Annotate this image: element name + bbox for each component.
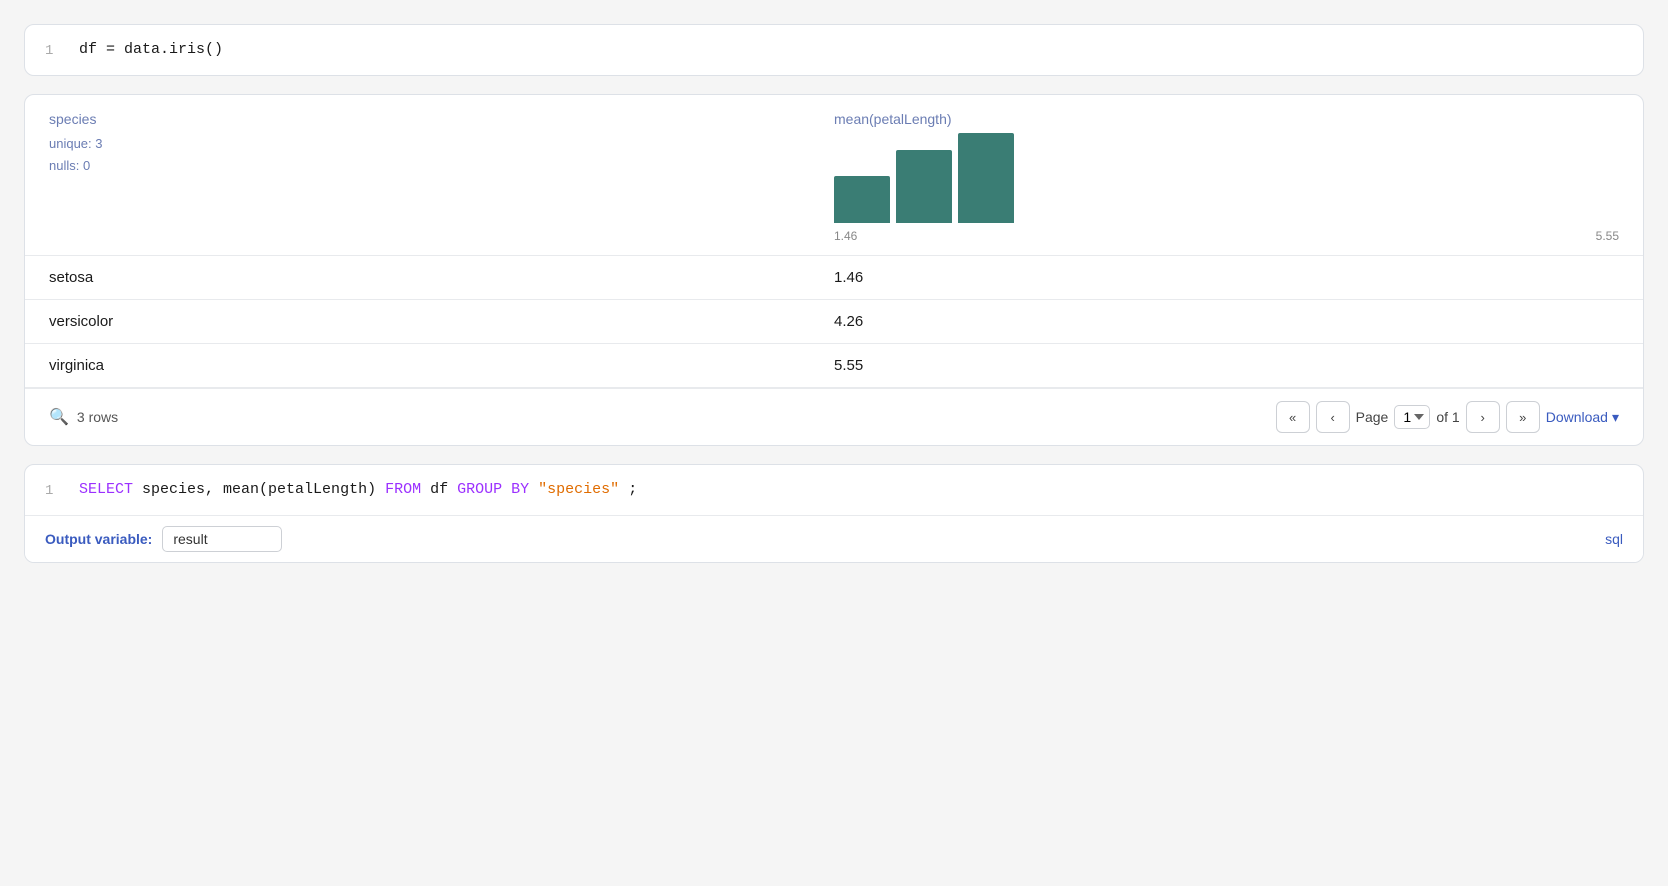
row-species-3: virginica: [49, 357, 834, 374]
page-label: Page: [1356, 409, 1389, 425]
sql-text-1: species, mean(petalLength): [142, 481, 385, 498]
bar-axis-labels: 1.46 5.55: [834, 229, 1619, 243]
bar-versicolor: [896, 150, 952, 223]
first-page-button[interactable]: «: [1276, 401, 1310, 433]
row-value-2: 4.26: [834, 313, 1619, 330]
species-unique: unique: 3: [49, 133, 834, 155]
results-block: species unique: 3 nulls: 0 mean(petalLen…: [24, 94, 1644, 446]
sql-type-label: sql: [1605, 531, 1623, 547]
petal-length-summary: mean(petalLength) 1.46 5.55: [834, 111, 1619, 243]
bar-virginica: [958, 133, 1014, 223]
code-cell-1: 1 df = data.iris(): [24, 24, 1644, 76]
sql-keyword-from: FROM: [385, 481, 421, 498]
sql-code-area: 1 SELECT species, mean(petalLength) FROM…: [25, 465, 1643, 515]
sql-code: SELECT species, mean(petalLength) FROM d…: [79, 481, 637, 498]
download-chevron-icon: ▾: [1612, 409, 1619, 426]
bar-setosa: [834, 176, 890, 223]
sql-cell: 1 SELECT species, mean(petalLength) FROM…: [24, 464, 1644, 563]
row-species-2: versicolor: [49, 313, 834, 330]
bar-chart: 1.46 5.55: [834, 133, 1619, 243]
output-var-input[interactable]: [162, 526, 282, 552]
sql-text-4: ;: [628, 481, 637, 498]
download-label: Download: [1546, 409, 1608, 425]
row-value-3: 5.55: [834, 357, 1619, 374]
table-row: versicolor 4.26: [25, 300, 1643, 344]
sql-text-2: df: [430, 481, 457, 498]
bar-min-label: 1.46: [834, 229, 857, 243]
row-value-1: 1.46: [834, 269, 1619, 286]
species-nulls: nulls: 0: [49, 155, 834, 177]
sql-string-species: "species": [538, 481, 619, 498]
output-var-label: Output variable:: [45, 531, 152, 547]
last-page-button[interactable]: »: [1506, 401, 1540, 433]
table-row: virginica 5.55: [25, 344, 1643, 388]
summary-section: species unique: 3 nulls: 0 mean(petalLen…: [25, 95, 1643, 256]
table-row: setosa 1.46: [25, 256, 1643, 300]
prev-page-button[interactable]: ‹: [1316, 401, 1350, 433]
petal-length-col-header: mean(petalLength): [834, 111, 1619, 127]
search-icon: 🔍: [49, 407, 69, 427]
rows-count: 3 rows: [77, 409, 118, 425]
of-label: of 1: [1436, 409, 1459, 425]
output-var-bar: Output variable: sql: [25, 515, 1643, 562]
page-indicator: Page 1 of 1: [1356, 405, 1460, 429]
table-footer: 🔍 3 rows « ‹ Page 1 of 1 › » Download ▾: [25, 388, 1643, 445]
pagination-controls: « ‹ Page 1 of 1 › » Download ▾: [1276, 401, 1619, 433]
species-summary: species unique: 3 nulls: 0: [49, 111, 834, 243]
next-page-button[interactable]: ›: [1466, 401, 1500, 433]
row-species-1: setosa: [49, 269, 834, 286]
line-number-1: 1: [45, 43, 63, 59]
code-content-1: df = data.iris(): [79, 41, 223, 58]
bars-container: [834, 133, 1014, 223]
sql-keyword-groupby: GROUP BY: [457, 481, 529, 498]
sql-keyword-select: SELECT: [79, 481, 133, 498]
download-button[interactable]: Download ▾: [1546, 409, 1619, 426]
sql-line-number: 1: [45, 483, 63, 499]
bar-max-label: 5.55: [1596, 229, 1619, 243]
species-col-header: species: [49, 111, 834, 127]
page-select[interactable]: 1: [1394, 405, 1430, 429]
rows-info: 🔍 3 rows: [49, 407, 118, 427]
